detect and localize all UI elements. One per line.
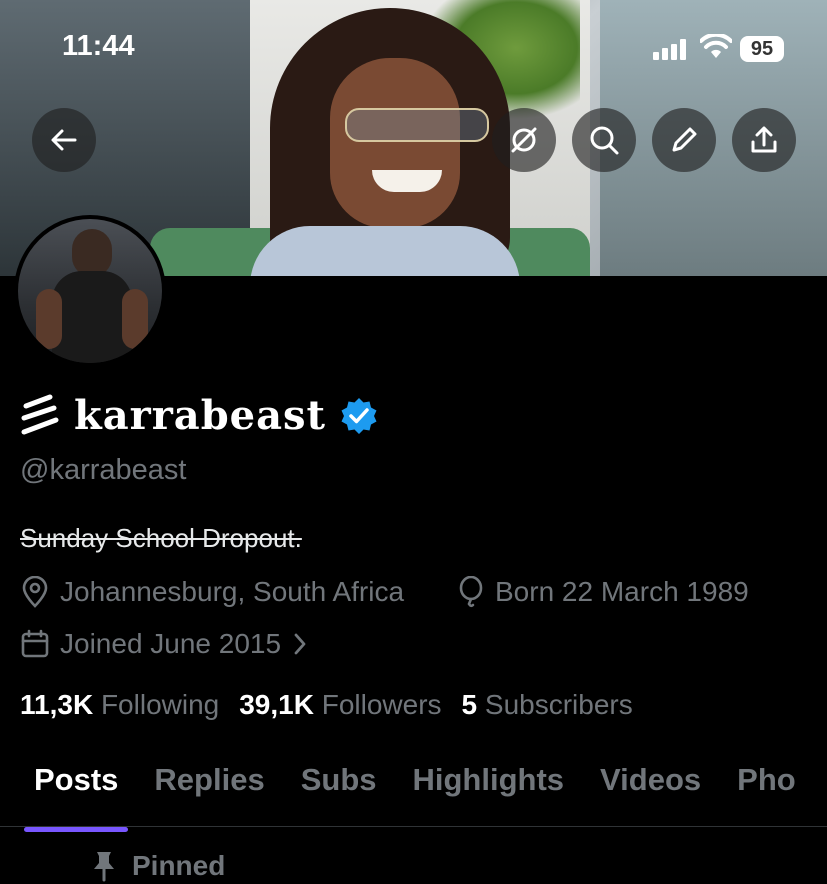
tab-subs[interactable]: Subs xyxy=(283,752,395,826)
avatar-arm-right xyxy=(122,289,148,349)
birthday-row: Born 22 March 1989 xyxy=(457,576,749,608)
tab-label: Posts xyxy=(34,762,119,797)
chevron-right-icon xyxy=(294,633,306,655)
status-bar: 11:44 95 xyxy=(0,0,827,80)
wifi-icon xyxy=(700,34,732,58)
followers-count: 39,1K xyxy=(239,689,314,720)
following-count: 11,3K xyxy=(20,689,94,720)
display-name: karrabeast xyxy=(74,392,327,439)
tab-posts[interactable]: Posts xyxy=(16,752,136,832)
pinned-label: Pinned xyxy=(132,850,226,881)
edit-button[interactable] xyxy=(652,108,716,172)
following-link[interactable]: 11,3K Following xyxy=(20,689,219,721)
profile-bio: Sunday School Dropout. xyxy=(20,523,302,553)
tab-videos[interactable]: Videos xyxy=(582,752,719,826)
tab-label: Subs xyxy=(300,762,377,797)
user-handle: @karrabeast xyxy=(20,454,187,486)
banner-person-face xyxy=(330,58,460,228)
location-text: Johannesburg, South Africa xyxy=(60,576,405,607)
birthday-text: Born 22 March 1989 xyxy=(495,576,749,607)
subscribers-label: Subscribers xyxy=(484,689,633,720)
banner-person-sweater xyxy=(250,226,520,276)
calendar-icon xyxy=(21,629,49,658)
grok-icon xyxy=(511,127,537,153)
avatar-head xyxy=(72,229,112,277)
verified-badge-icon[interactable] xyxy=(340,397,378,435)
avatar-body xyxy=(52,271,132,363)
status-time: 11:44 xyxy=(62,30,135,62)
active-tab-indicator xyxy=(24,827,129,832)
pin-icon xyxy=(94,852,114,882)
back-button[interactable] xyxy=(32,108,96,172)
avatar-arm-left xyxy=(36,289,62,349)
pencil-icon xyxy=(672,127,697,152)
profile-avatar[interactable] xyxy=(14,215,166,367)
tab-label: Pho xyxy=(737,762,796,797)
follow-stats: 11,3K Following 39,1K Followers 5 Subscr… xyxy=(20,689,633,721)
joined-text: Joined June 2015 xyxy=(60,628,282,659)
followers-link[interactable]: 39,1K Followers xyxy=(239,689,441,721)
grok-button[interactable] xyxy=(492,108,556,172)
banner-person-glasses xyxy=(345,108,489,142)
cellular-signal-icon xyxy=(653,38,686,60)
banner-person-smile xyxy=(372,170,442,192)
share-icon xyxy=(751,126,777,153)
joined-row[interactable]: Joined June 2015 xyxy=(20,628,309,660)
following-label: Following xyxy=(100,689,220,720)
battery-indicator: 95 xyxy=(740,36,784,62)
search-button[interactable] xyxy=(572,108,636,172)
subscribers-count: 5 xyxy=(461,689,478,720)
location-pin-icon xyxy=(22,576,48,608)
arrow-left-icon xyxy=(51,129,77,151)
three-stripes-logo-icon xyxy=(21,394,59,434)
search-icon xyxy=(590,126,619,155)
balloon-icon xyxy=(459,576,483,608)
avatar-image xyxy=(18,219,162,363)
tab-label: Replies xyxy=(154,762,265,797)
followers-label: Followers xyxy=(321,689,442,720)
tab-label: Highlights xyxy=(412,762,565,797)
tab-photos[interactable]: Pho xyxy=(719,752,814,826)
profile-tabs: Posts Replies Subs Highlights Videos Pho xyxy=(0,752,827,832)
location-row: Johannesburg, South Africa xyxy=(20,576,404,608)
subscribers-link[interactable]: 5 Subscribers xyxy=(462,689,633,721)
tab-highlights[interactable]: Highlights xyxy=(395,752,583,826)
display-name-row: karrabeast xyxy=(20,392,378,439)
pinned-header: Pinned xyxy=(92,850,225,882)
tab-label: Videos xyxy=(600,762,702,797)
tab-replies[interactable]: Replies xyxy=(136,752,282,826)
share-button[interactable] xyxy=(732,108,796,172)
